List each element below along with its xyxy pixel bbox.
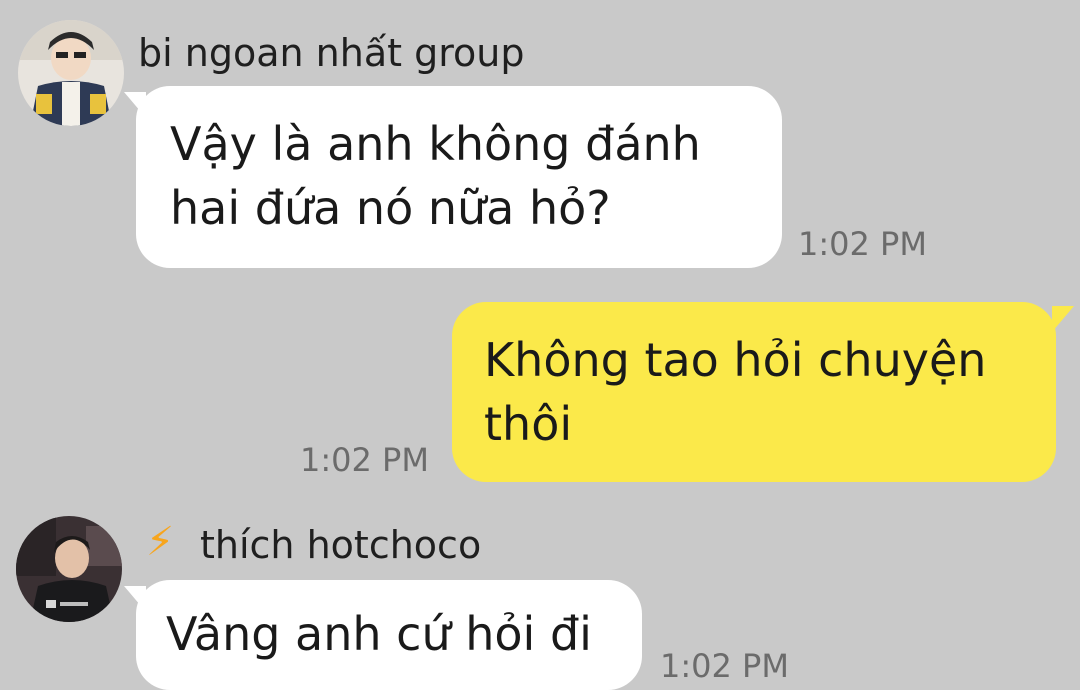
message-timestamp: 1:02 PM [798,225,927,263]
message-text-line: Vâng anh cứ hỏi đi [166,607,592,661]
message-text-line: hai đứa nó nữa hỏ? [170,181,611,235]
sender-avatar-bi-ngoan[interactable] [18,20,124,126]
sender-name: bi ngoan nhất group [138,31,525,75]
message-timestamp: 1:02 PM [660,647,789,685]
chat-room: bi ngoan nhất group Vậy là anh không đán… [0,0,1080,690]
message-bubble-incoming[interactable]: Vâng anh cứ hỏi đi [136,580,642,690]
message-bubble-incoming[interactable]: Vậy là anh không đánh hai đứa nó nữa hỏ? [136,86,782,268]
sender-avatar-thich-hotchoco[interactable] [16,516,122,622]
message-text-line: Vậy là anh không đánh [170,117,701,171]
message-timestamp: 1:02 PM [300,441,429,479]
message-bubble-outgoing[interactable]: Không tao hỏi chuyện thôi [452,302,1056,482]
avatar-photo-icon [18,20,124,126]
bubble-tail [1052,306,1074,332]
message-text-line: Không tao hỏi chuyện [484,333,987,387]
avatar-photo-icon [16,516,122,622]
lightning-bolt-icon: ⚡ [146,519,175,565]
sender-name: thích hotchoco [200,523,482,567]
message-text-line: thôi [484,397,573,451]
